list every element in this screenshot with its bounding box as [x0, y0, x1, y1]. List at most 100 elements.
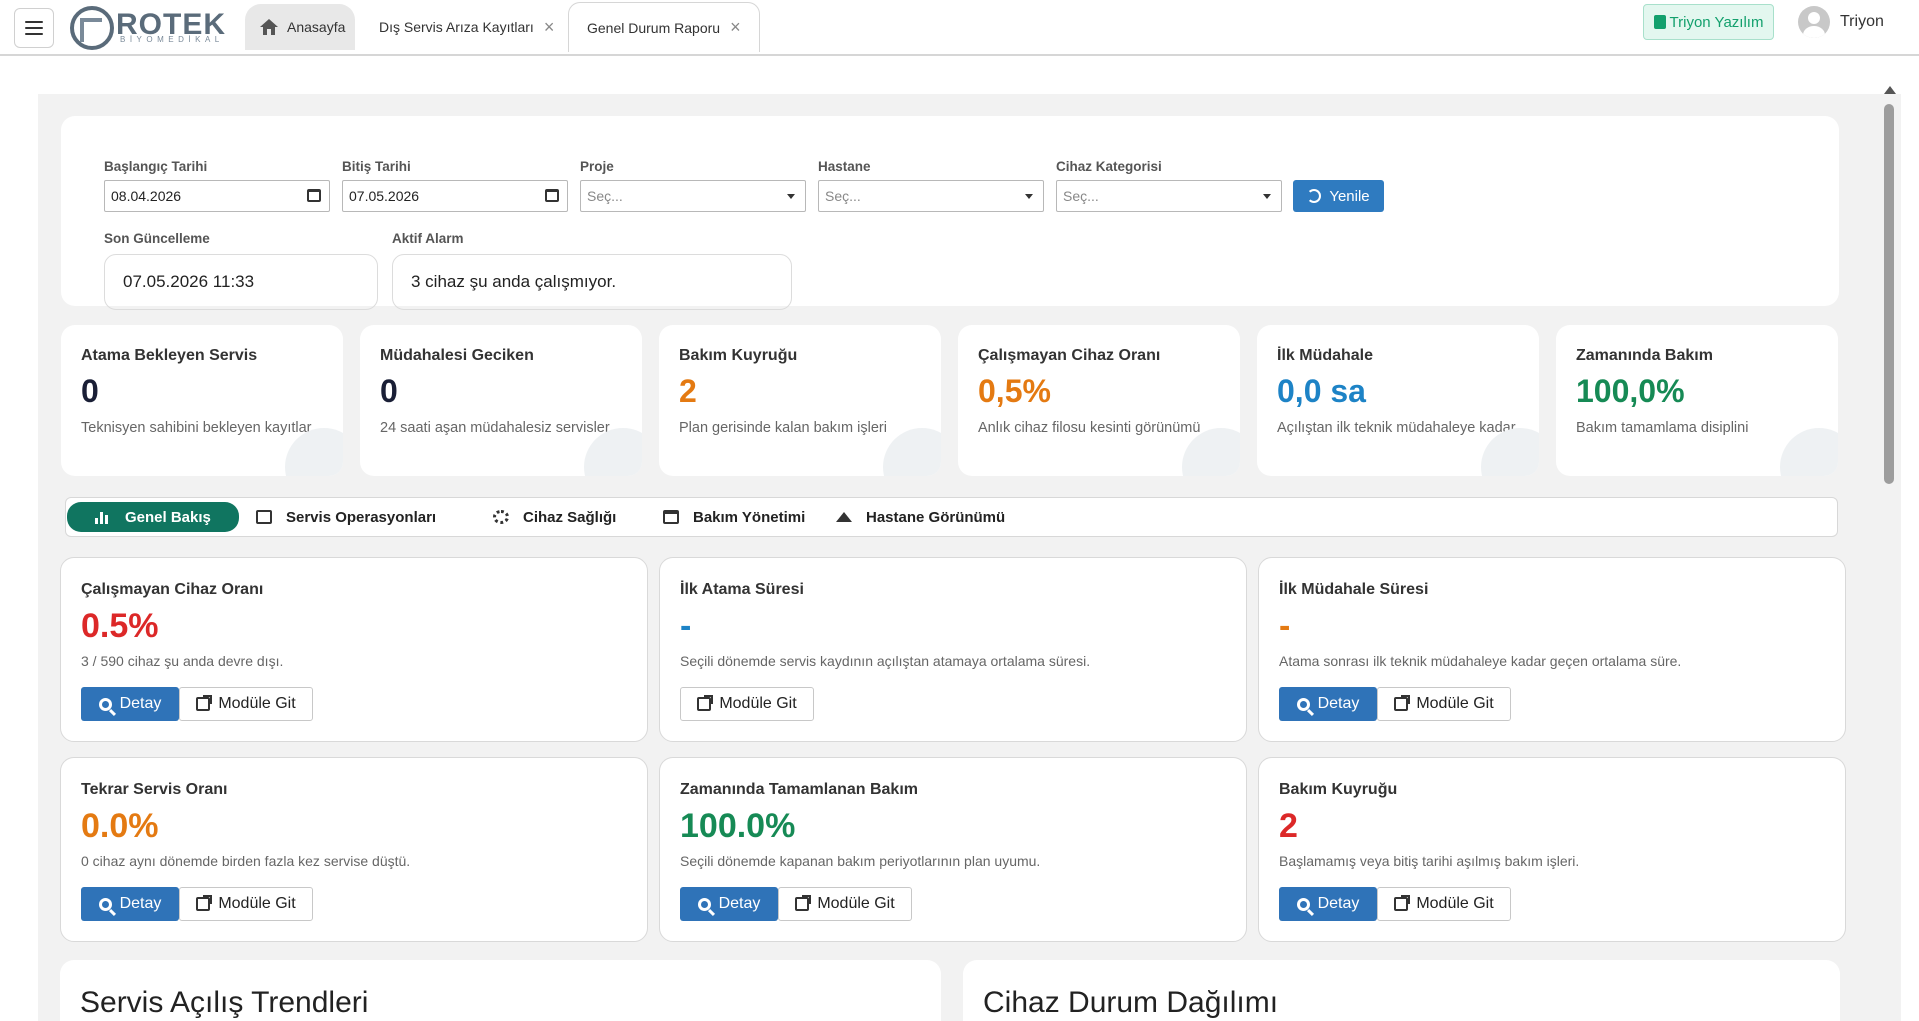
scrollbar[interactable]	[1882, 84, 1896, 1021]
go-to-module-button[interactable]: Modüle Git	[1377, 687, 1511, 721]
external-link-icon	[795, 895, 812, 911]
logo-mark-icon	[70, 6, 114, 50]
service-trends-panel: Servis Açılış Trendleri	[60, 960, 941, 1021]
tab-genel-durum[interactable]: Genel Durum Raporu ×	[568, 2, 760, 52]
scrollbar-thumb[interactable]	[1884, 104, 1894, 484]
external-link-icon	[196, 695, 213, 711]
hospital-select[interactable]: Seç...	[818, 180, 1044, 212]
metric-card: Zamanında Tamamlanan Bakım 100.0% Seçili…	[659, 757, 1247, 942]
tab-dis-servis[interactable]: Dış Servis Arıza Kayıtları ×	[365, 4, 565, 50]
detail-button[interactable]: Detay	[680, 887, 778, 921]
kpi-card: Atama Bekleyen Servis 0 Teknisyen sahibi…	[61, 325, 343, 476]
search-icon	[1296, 897, 1310, 911]
category-select[interactable]: Seç...	[1056, 180, 1282, 212]
section-tabs: Genel Bakış Servis Operasyonları Cihaz S…	[65, 497, 1838, 537]
tab-anasayfa[interactable]: Anasayfa	[245, 4, 355, 50]
home-icon	[836, 512, 852, 522]
top-bar: ROTEK BİYOMEDİKAL Anasayfa Dış Servis Ar…	[0, 0, 1919, 56]
kpi-value: 0,0 sa	[1277, 373, 1366, 409]
panel-title: Servis Açılış Trendleri	[80, 986, 369, 1019]
last-update-label: Son Güncelleme	[104, 231, 210, 246]
tab-cihaz-sagligi[interactable]: Cihaz Sağlığı	[493, 502, 616, 532]
brand-button-label: Triyon Yazılım	[1669, 13, 1764, 31]
metric-value: -	[1279, 607, 1291, 645]
detail-button[interactable]: Detay	[81, 887, 179, 921]
metric-value: -	[680, 607, 692, 645]
chevron-down-icon	[1263, 194, 1271, 199]
device-status-panel: Cihaz Durum Dağılımı	[963, 960, 1840, 1021]
tab-hastane-gorunumu[interactable]: Hastane Görünümü	[836, 502, 1005, 532]
home-icon	[260, 19, 278, 35]
user-name: Triyon	[1840, 13, 1884, 30]
external-link-icon	[1394, 895, 1411, 911]
calendar-icon	[663, 510, 679, 524]
close-icon[interactable]: ×	[544, 17, 555, 38]
alarm-label: Aktif Alarm	[392, 231, 464, 246]
search-icon	[1296, 697, 1310, 711]
kpi-value: 100,0%	[1576, 373, 1685, 409]
close-icon[interactable]: ×	[730, 17, 741, 38]
search-icon	[697, 897, 711, 911]
detail-button[interactable]: Detay	[81, 687, 179, 721]
kpi-card: Bakım Kuyruğu 2 Plan gerisinde kalan bak…	[659, 325, 941, 476]
tab-genel-bakis[interactable]: Genel Bakış	[67, 502, 239, 532]
logo[interactable]: ROTEK BİYOMEDİKAL	[68, 4, 233, 50]
menu-toggle-button[interactable]	[14, 8, 54, 48]
kpi-card: İlk Müdahale 0,0 sa Açılıştan ilk teknik…	[1257, 325, 1539, 476]
detail-button[interactable]: Detay	[1279, 687, 1377, 721]
alarm-value: 3 cihaz şu anda çalışmıyor.	[392, 254, 792, 310]
filter-panel: Başlangıç Tarihi 08.04.2026 Bitiş Tarihi…	[61, 116, 1839, 310]
go-to-module-button[interactable]: Modüle Git	[179, 687, 313, 721]
tab-servis-operasyonlari[interactable]: Servis Operasyonları	[256, 502, 436, 532]
metric-card: Tekrar Servis Oranı 0.0% 0 cihaz aynı dö…	[60, 757, 648, 942]
kpi-card: Zamanında Bakım 100,0% Bakım tamamlama d…	[1556, 325, 1838, 476]
calendar-icon[interactable]	[545, 189, 559, 202]
avatar	[1798, 6, 1830, 38]
briefcase-icon	[256, 510, 272, 524]
kpi-value: 0	[380, 373, 398, 409]
project-select[interactable]: Seç...	[580, 180, 806, 212]
go-to-module-button[interactable]: Modüle Git	[680, 687, 814, 721]
kpi-value: 2	[679, 373, 697, 409]
metric-card: İlk Müdahale Süresi - Atama sonrası ilk …	[1258, 557, 1846, 742]
metric-card: Bakım Kuyruğu 2 Başlamamış veya bitiş ta…	[1258, 757, 1846, 942]
bar-chart-icon	[95, 510, 111, 524]
project-label: Proje	[580, 159, 614, 174]
external-link-icon	[697, 695, 714, 711]
start-date-input[interactable]: 08.04.2026	[104, 180, 330, 212]
calendar-icon[interactable]	[307, 189, 321, 202]
refresh-button[interactable]: Yenile	[1293, 180, 1384, 212]
end-date-input[interactable]: 07.05.2026	[342, 180, 568, 212]
go-to-module-button[interactable]: Modüle Git	[179, 887, 313, 921]
metric-card: Çalışmayan Cihaz Oranı 0.5% 3 / 590 ciha…	[60, 557, 648, 742]
search-icon	[98, 897, 112, 911]
tab-bakim-yonetimi[interactable]: Bakım Yönetimi	[663, 502, 805, 532]
end-date-label: Bitiş Tarihi	[342, 159, 411, 174]
brand-button[interactable]: Triyon Yazılım	[1643, 4, 1774, 40]
panel-title: Cihaz Durum Dağılımı	[983, 986, 1279, 1019]
gear-icon	[493, 510, 509, 524]
kpi-value: 0	[81, 373, 99, 409]
chevron-down-icon	[1025, 194, 1033, 199]
chevron-down-icon	[787, 194, 795, 199]
scroll-up-icon[interactable]	[1884, 86, 1896, 94]
tab-label: Dış Servis Arıza Kayıtları	[379, 19, 534, 35]
metric-value: 2	[1279, 807, 1298, 845]
last-update-value: 07.05.2026 11:33	[104, 254, 378, 310]
kpi-value: 0,5%	[978, 373, 1051, 409]
metric-card: İlk Atama Süresi - Seçili dönemde servis…	[659, 557, 1247, 742]
detail-button[interactable]: Detay	[1279, 887, 1377, 921]
hamburger-icon	[25, 21, 43, 23]
metric-value: 100.0%	[680, 807, 796, 845]
search-icon	[98, 697, 112, 711]
tab-label: Genel Durum Raporu	[587, 19, 721, 36]
metric-value: 0.0%	[81, 807, 159, 845]
external-link-icon	[196, 895, 213, 911]
external-link-icon	[1394, 695, 1411, 711]
tab-label: Anasayfa	[287, 19, 346, 35]
user-menu[interactable]: Triyon	[1798, 4, 1884, 40]
refresh-icon	[1307, 189, 1322, 203]
go-to-module-button[interactable]: Modüle Git	[1377, 887, 1511, 921]
main-content: Başlangıç Tarihi 08.04.2026 Bitiş Tarihi…	[38, 94, 1901, 1021]
go-to-module-button[interactable]: Modüle Git	[778, 887, 912, 921]
